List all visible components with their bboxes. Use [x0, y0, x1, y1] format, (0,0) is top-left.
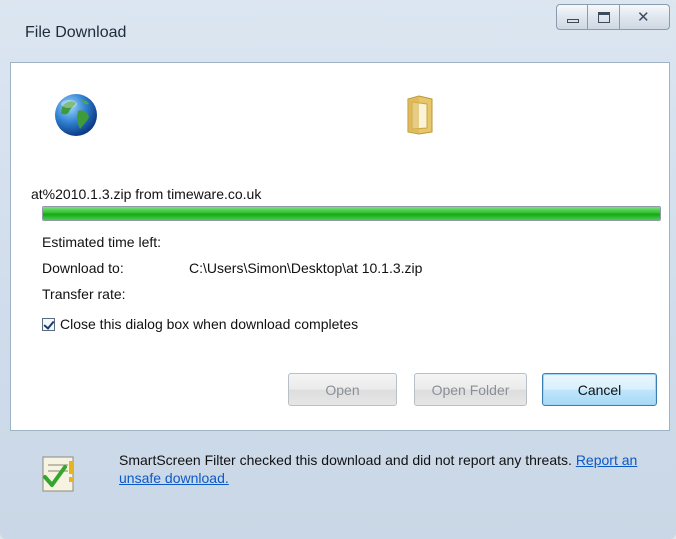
transfer-rate-label: Transfer rate:: [42, 286, 126, 302]
window-title: File Download: [25, 24, 127, 41]
open-button[interactable]: Open: [288, 373, 397, 406]
window-controls: ✕: [556, 4, 670, 36]
globe-icon: [55, 94, 97, 136]
smartscreen-message: SmartScreen Filter checked this download…: [119, 451, 639, 487]
maximize-icon: [598, 12, 610, 23]
close-when-done-checkbox[interactable]: [42, 317, 55, 331]
minimize-button[interactable]: [556, 4, 588, 30]
folder-icon: [407, 95, 433, 135]
cancel-button[interactable]: Cancel: [542, 373, 657, 406]
download-progress-fill: [43, 207, 660, 220]
close-when-done-label: Close this dialog box when download comp…: [60, 316, 359, 332]
download-progress-bar: [42, 206, 661, 221]
download-to-value: C:\Users\Simon\Desktop\at 10.1.3.zip: [189, 260, 423, 276]
close-icon: ✕: [637, 9, 650, 26]
estimated-time-label: Estimated time left:: [42, 234, 162, 250]
shield-check-icon: [42, 456, 74, 492]
minimize-icon: [567, 19, 579, 23]
close-when-done-option[interactable]: Close this dialog box when download comp…: [42, 316, 358, 332]
download-file-label: at%2010.1.3.zip from timeware.co.uk: [31, 186, 262, 202]
dialog-content: at%2010.1.3.zip from timeware.co.uk Esti…: [10, 62, 670, 431]
download-to-label: Download to:: [42, 260, 124, 276]
close-button[interactable]: ✕: [620, 4, 670, 30]
maximize-button[interactable]: [588, 4, 620, 30]
title-bar[interactable]: File Download ✕: [0, 0, 676, 62]
open-folder-button[interactable]: Open Folder: [414, 373, 527, 406]
dialog-window: File Download ✕ at%2010.1.3.zip from tim…: [0, 0, 676, 539]
smartscreen-text: SmartScreen Filter checked this download…: [119, 452, 572, 468]
